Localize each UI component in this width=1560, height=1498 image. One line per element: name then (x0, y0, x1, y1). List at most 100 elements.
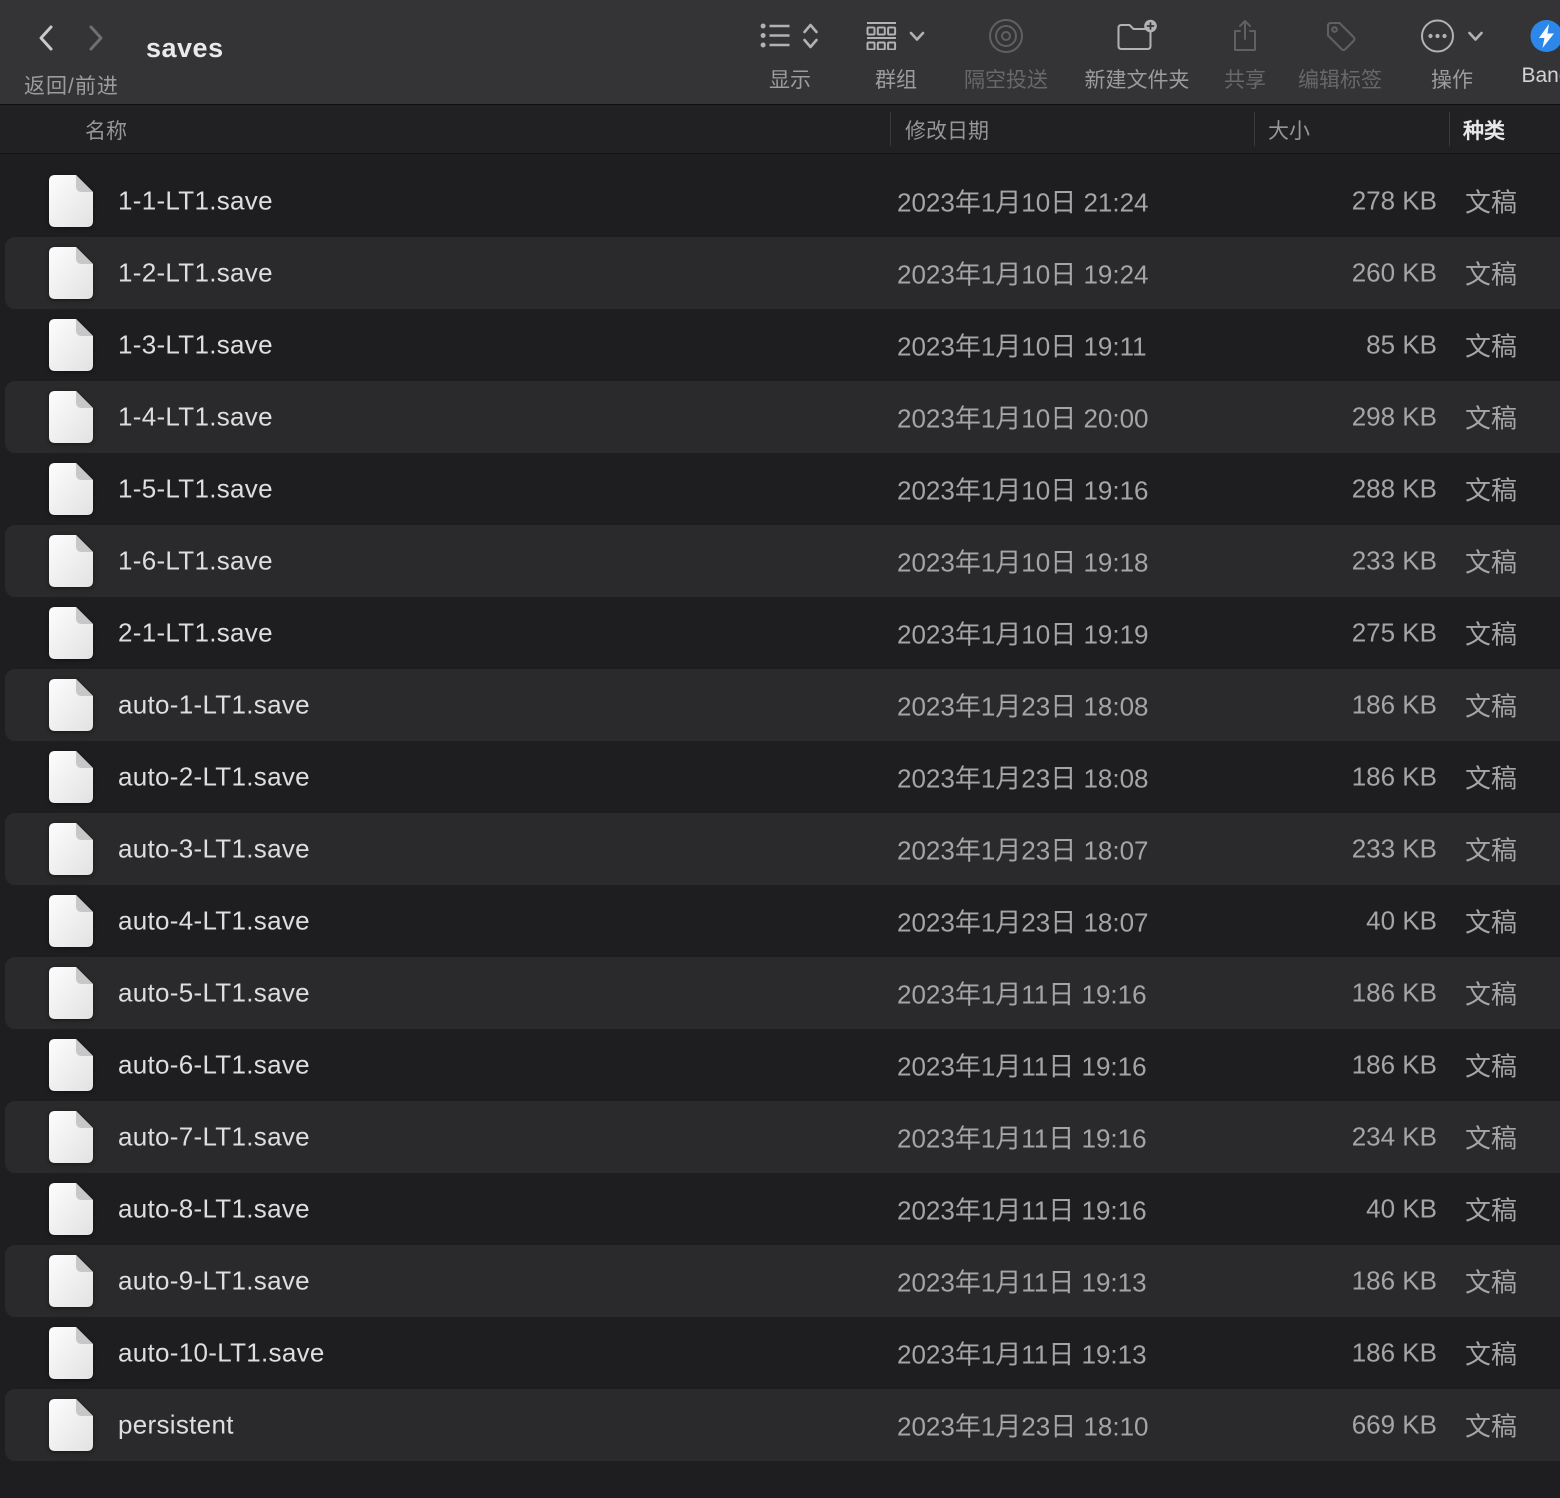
file-kind: 文稿 (1465, 543, 1517, 580)
new-folder-icon (1117, 19, 1158, 57)
file-row[interactable]: auto-6-LT1.save 2023年1月11日 19:16 186 KB … (0, 1029, 1560, 1101)
file-name: 2-1-LT1.save (118, 618, 273, 649)
group-by-icon (866, 21, 897, 55)
document-icon (48, 1254, 94, 1308)
file-name: auto-5-LT1.save (118, 978, 310, 1009)
app-extension-button[interactable]: Band (1521, 17, 1560, 88)
file-kind: 文稿 (1465, 1263, 1517, 1300)
back-button[interactable] (30, 22, 64, 56)
file-kind: 文稿 (1465, 687, 1517, 724)
file-name: auto-6-LT1.save (118, 1050, 310, 1081)
file-kind: 文稿 (1465, 255, 1517, 292)
column-header-name[interactable]: 名称 (85, 105, 127, 154)
airdrop-label: 隔空投送 (964, 64, 1048, 94)
document-icon (48, 462, 94, 516)
file-row[interactable]: 1-6-LT1.save 2023年1月10日 19:18 233 KB 文稿 (0, 525, 1560, 597)
file-row[interactable]: 1-3-LT1.save 2023年1月10日 19:11 85 KB 文稿 (0, 309, 1560, 381)
view-button[interactable]: 显示 (761, 17, 820, 94)
file-modified-date: 2023年1月10日 19:16 (897, 471, 1149, 508)
toolbar: 返回/前进 saves 显示 (0, 0, 1560, 105)
forward-button[interactable] (78, 22, 112, 56)
file-row[interactable]: auto-5-LT1.save 2023年1月11日 19:16 186 KB … (0, 957, 1560, 1029)
document-icon (48, 606, 94, 660)
file-modified-date: 2023年1月23日 18:08 (897, 687, 1149, 724)
file-size: 260 KB (1254, 258, 1437, 289)
file-modified-date: 2023年1月10日 21:24 (897, 183, 1149, 220)
file-kind: 文稿 (1465, 1407, 1517, 1444)
document-icon (48, 174, 94, 228)
file-name: auto-9-LT1.save (118, 1266, 310, 1297)
file-name: auto-8-LT1.save (118, 1194, 310, 1225)
sort-order-icon (802, 21, 820, 56)
file-kind: 文稿 (1465, 615, 1517, 652)
document-icon (48, 318, 94, 372)
column-header-kind[interactable]: 种类 (1463, 105, 1505, 154)
file-row[interactable]: auto-10-LT1.save 2023年1月11日 19:13 186 KB… (0, 1317, 1560, 1389)
file-size: 186 KB (1254, 1050, 1437, 1081)
edit-tags-button[interactable]: 编辑标签 (1298, 17, 1382, 94)
column-header-modified[interactable]: 修改日期 (905, 105, 989, 154)
file-list: 1-1-LT1.save 2023年1月10日 21:24 278 KB 文稿 … (0, 154, 1560, 1496)
file-modified-date: 2023年1月11日 19:16 (897, 1047, 1147, 1084)
file-row[interactable]: 1-5-LT1.save 2023年1月10日 19:16 288 KB 文稿 (0, 453, 1560, 525)
app-extension-label: Band (1521, 64, 1560, 88)
file-size: 85 KB (1254, 330, 1437, 361)
file-modified-date: 2023年1月23日 18:07 (897, 831, 1149, 868)
airdrop-button[interactable]: 隔空投送 (964, 17, 1048, 94)
group-button[interactable]: 群组 (866, 17, 926, 94)
column-divider (1254, 112, 1255, 146)
file-kind: 文稿 (1465, 399, 1517, 436)
file-row[interactable]: auto-7-LT1.save 2023年1月11日 19:16 234 KB … (0, 1101, 1560, 1173)
file-modified-date: 2023年1月10日 19:11 (897, 327, 1147, 364)
new-folder-label: 新建文件夹 (1085, 64, 1190, 94)
file-modified-date: 2023年1月10日 19:24 (897, 255, 1149, 292)
file-row[interactable]: 1-1-LT1.save 2023年1月10日 21:24 278 KB 文稿 (0, 165, 1560, 237)
file-modified-date: 2023年1月10日 19:18 (897, 543, 1149, 580)
file-name: 1-2-LT1.save (118, 258, 273, 289)
share-button[interactable]: 共享 (1224, 17, 1266, 94)
airdrop-icon (988, 18, 1024, 59)
file-kind: 文稿 (1465, 903, 1517, 940)
document-icon (48, 1398, 94, 1452)
file-row[interactable]: 1-2-LT1.save 2023年1月10日 19:24 260 KB 文稿 (0, 237, 1560, 309)
file-modified-date: 2023年1月10日 19:19 (897, 615, 1149, 652)
file-modified-date: 2023年1月23日 18:10 (897, 1407, 1149, 1444)
chevron-right-icon (84, 23, 106, 56)
file-size: 278 KB (1254, 186, 1437, 217)
file-row[interactable]: auto-4-LT1.save 2023年1月23日 18:07 40 KB 文… (0, 885, 1560, 957)
file-name: auto-7-LT1.save (118, 1122, 310, 1153)
file-row[interactable]: 1-4-LT1.save 2023年1月10日 20:00 298 KB 文稿 (0, 381, 1560, 453)
file-kind: 文稿 (1465, 1335, 1517, 1372)
file-row[interactable]: auto-1-LT1.save 2023年1月23日 18:08 186 KB … (0, 669, 1560, 741)
file-name: auto-3-LT1.save (118, 834, 310, 865)
file-size: 233 KB (1254, 546, 1437, 577)
document-icon (48, 750, 94, 804)
file-size: 186 KB (1254, 978, 1437, 1009)
actions-button[interactable]: 操作 (1420, 17, 1485, 94)
document-icon (48, 678, 94, 732)
file-row[interactable]: persistent 2023年1月23日 18:10 669 KB 文稿 (0, 1389, 1560, 1461)
file-kind: 文稿 (1465, 327, 1517, 364)
file-row[interactable]: auto-2-LT1.save 2023年1月23日 18:08 186 KB … (0, 741, 1560, 813)
file-name: auto-2-LT1.save (118, 762, 310, 793)
new-folder-button[interactable]: 新建文件夹 (1085, 17, 1190, 94)
file-modified-date: 2023年1月23日 18:08 (897, 759, 1149, 796)
file-kind: 文稿 (1465, 1191, 1517, 1228)
document-icon (48, 822, 94, 876)
chevron-left-icon (36, 23, 58, 56)
column-header-bar: 名称 修改日期 大小 种类 (0, 105, 1560, 154)
column-header-size[interactable]: 大小 (1268, 105, 1310, 154)
file-kind: 文稿 (1465, 1047, 1517, 1084)
back-forward-label: 返回/前进 (24, 70, 119, 100)
document-icon (48, 1182, 94, 1236)
file-name: 1-4-LT1.save (118, 402, 273, 433)
file-modified-date: 2023年1月11日 19:16 (897, 975, 1147, 1012)
file-name: 1-5-LT1.save (118, 474, 273, 505)
file-row[interactable]: auto-3-LT1.save 2023年1月23日 18:07 233 KB … (0, 813, 1560, 885)
file-row[interactable]: auto-8-LT1.save 2023年1月11日 19:16 40 KB 文… (0, 1173, 1560, 1245)
file-kind: 文稿 (1465, 471, 1517, 508)
file-row[interactable]: auto-9-LT1.save 2023年1月11日 19:13 186 KB … (0, 1245, 1560, 1317)
file-row[interactable]: 2-1-LT1.save 2023年1月10日 19:19 275 KB 文稿 (0, 597, 1560, 669)
file-size: 669 KB (1254, 1410, 1437, 1441)
file-size: 40 KB (1254, 1194, 1437, 1225)
